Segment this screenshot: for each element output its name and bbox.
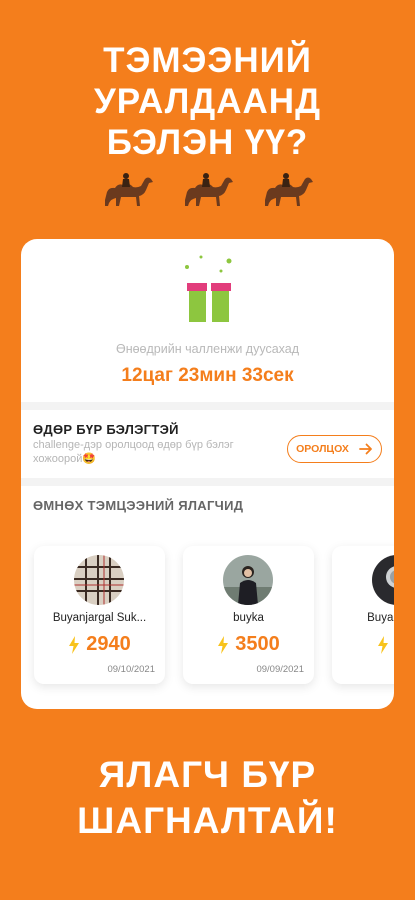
divider	[21, 478, 394, 486]
camel-riders	[0, 170, 415, 210]
points-value: 3500	[235, 633, 280, 655]
challenge-card: Өнөөдрийн чалленжи дуусахад 12цаг 23мин …	[21, 239, 394, 709]
winner-name: buyka	[233, 612, 264, 624]
winner-date: 09/09/2021	[256, 664, 304, 675]
headline-line: ШАГНАЛТАЙ!	[77, 800, 338, 841]
avatar	[223, 555, 273, 605]
avatar	[74, 555, 124, 605]
winner-points: 3500	[183, 633, 314, 656]
winner-card[interactable]: Buyanjargal 17	[332, 546, 394, 684]
previous-winners-title: ӨМНӨХ ТЭМЦЭЭНИЙ ЯЛАГЧИД	[33, 498, 244, 513]
headline-line: ЯЛАГЧ БҮР	[98, 754, 317, 795]
divider	[21, 402, 394, 410]
join-button-label: ОРОЛЦОХ	[296, 443, 349, 455]
headline-bottom: ЯЛАГЧ БҮР ШАГНАЛТАЙ!	[0, 752, 415, 844]
lightning-icon	[378, 635, 389, 654]
winner-points: 2940	[34, 633, 165, 656]
camel-rider-icon	[104, 173, 153, 206]
points-value: 2940	[86, 633, 131, 655]
lightning-icon	[69, 635, 80, 654]
headline-top: ТЭМЭЭНИЙ УРАЛДААНД БЭЛЭН ҮҮ?	[0, 40, 415, 163]
lightning-icon	[218, 635, 229, 654]
daily-gift-title: ӨДӨР БҮР БЭЛЭГТЭЙ	[33, 422, 179, 437]
daily-gift-subtitle: challenge-дэр оролцоод өдөр бүр бэлэг хо…	[33, 439, 234, 465]
winner-name: Buyanjargal	[367, 612, 394, 624]
winner-card[interactable]: buyka 3500 09/09/2021	[183, 546, 314, 684]
winner-date: 09/10/2021	[107, 664, 155, 675]
headline-line: ТЭМЭЭНИЙ	[103, 41, 312, 80]
countdown-timer: 12цаг 23мин 33сек	[121, 365, 294, 386]
gift-icon	[185, 255, 232, 322]
challenge-ends-label: Өнөөдрийн чалленжи дуусахад	[115, 342, 300, 356]
avatar	[372, 555, 394, 605]
arrow-right-icon	[358, 443, 372, 455]
winner-name: Buyanjargal Suk...	[52, 612, 147, 624]
join-button[interactable]: ОРОЛЦОХ	[287, 435, 382, 463]
camel-rider-icon	[184, 173, 233, 206]
winner-points: 17	[332, 633, 394, 656]
headline-line: БЭЛЭН ҮҮ?	[106, 123, 309, 162]
winner-card[interactable]: Buyanjargal Suk... 2940 09/10/2021	[34, 546, 165, 684]
headline-line: УРАЛДААНД	[94, 82, 321, 121]
camel-rider-icon	[264, 173, 313, 206]
